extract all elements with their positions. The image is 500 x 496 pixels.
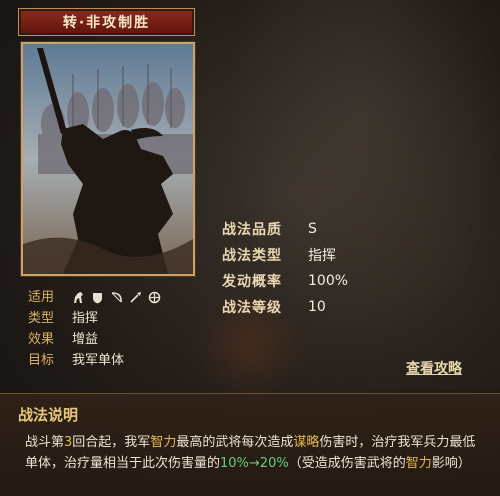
kind-label: 战法类型	[222, 248, 282, 264]
quality-row: 战法品质 S	[222, 216, 348, 242]
target-value: 我军单体	[72, 353, 125, 368]
type-row: 类型 指挥	[28, 308, 161, 329]
skill-name: 转·非攻制胜	[62, 15, 151, 31]
desc-seg-5: 最高的武将每次造成	[176, 435, 294, 450]
skill-tags: 适用 类型 指挥 效果 增益 目标 我军单体	[28, 287, 161, 371]
bow-icon	[110, 291, 123, 304]
skill-title: 转·非攻制胜	[18, 8, 195, 36]
rate-value: 100%	[308, 273, 349, 289]
arms-row: 适用	[28, 287, 161, 308]
arm-icons	[72, 291, 161, 304]
target-label: 目标	[28, 353, 55, 368]
desc-seg-9: （受造成伤害武将的	[288, 456, 406, 471]
shield-icon	[91, 291, 104, 304]
type-value: 指挥	[72, 311, 99, 326]
cavalry-icon	[72, 291, 85, 304]
skill-stats: 战法品质 S 战法类型 指挥 发动概率 100% 战法等级 10	[222, 216, 348, 320]
rate-row: 发动概率 100%	[222, 268, 348, 294]
warrior-silhouette-image	[23, 44, 193, 274]
description-title: 战法说明	[18, 406, 79, 424]
desc-seg-1: 战斗第	[25, 435, 65, 450]
quality-label: 战法品质	[222, 222, 282, 238]
view-guide-link[interactable]: 查看攻略	[406, 358, 462, 378]
effect-row: 效果 增益	[28, 329, 161, 350]
effect-value: 增益	[72, 332, 99, 347]
arms-label: 适用	[28, 290, 55, 305]
description-panel: 战法说明 战斗第3回合起，我军智力最高的武将每次造成谋略伤害时，治疗我军兵力最低…	[0, 393, 500, 496]
level-label: 战法等级	[222, 300, 282, 316]
level-value: 10	[308, 299, 326, 315]
desc-strategy-keyword: 谋略	[293, 435, 320, 450]
quality-value: S	[308, 221, 317, 237]
desc-percent-range: 10%→20%	[220, 456, 289, 471]
spear-icon	[129, 291, 142, 304]
background-art	[195, 0, 500, 390]
rate-label: 发动概率	[222, 274, 282, 290]
effect-label: 效果	[28, 332, 55, 347]
kind-value: 指挥	[308, 248, 336, 264]
kind-row: 战法类型 指挥	[222, 242, 348, 268]
type-label: 类型	[28, 311, 55, 326]
desc-intellect-keyword: 智力	[150, 435, 177, 450]
skill-card-art	[21, 42, 195, 276]
desc-seg-11: 影响）	[431, 456, 471, 471]
siege-icon	[148, 291, 161, 304]
level-row: 战法等级 10	[222, 294, 348, 320]
target-row: 目标 我军单体	[28, 350, 161, 371]
desc-seg-3: 回合起，我军	[72, 435, 151, 450]
description-text: 战斗第3回合起，我军智力最高的武将每次造成谋略伤害时，治疗我军兵力最低单体，治疗…	[25, 432, 485, 474]
desc-intellect-keyword-2: 智力	[405, 456, 432, 471]
